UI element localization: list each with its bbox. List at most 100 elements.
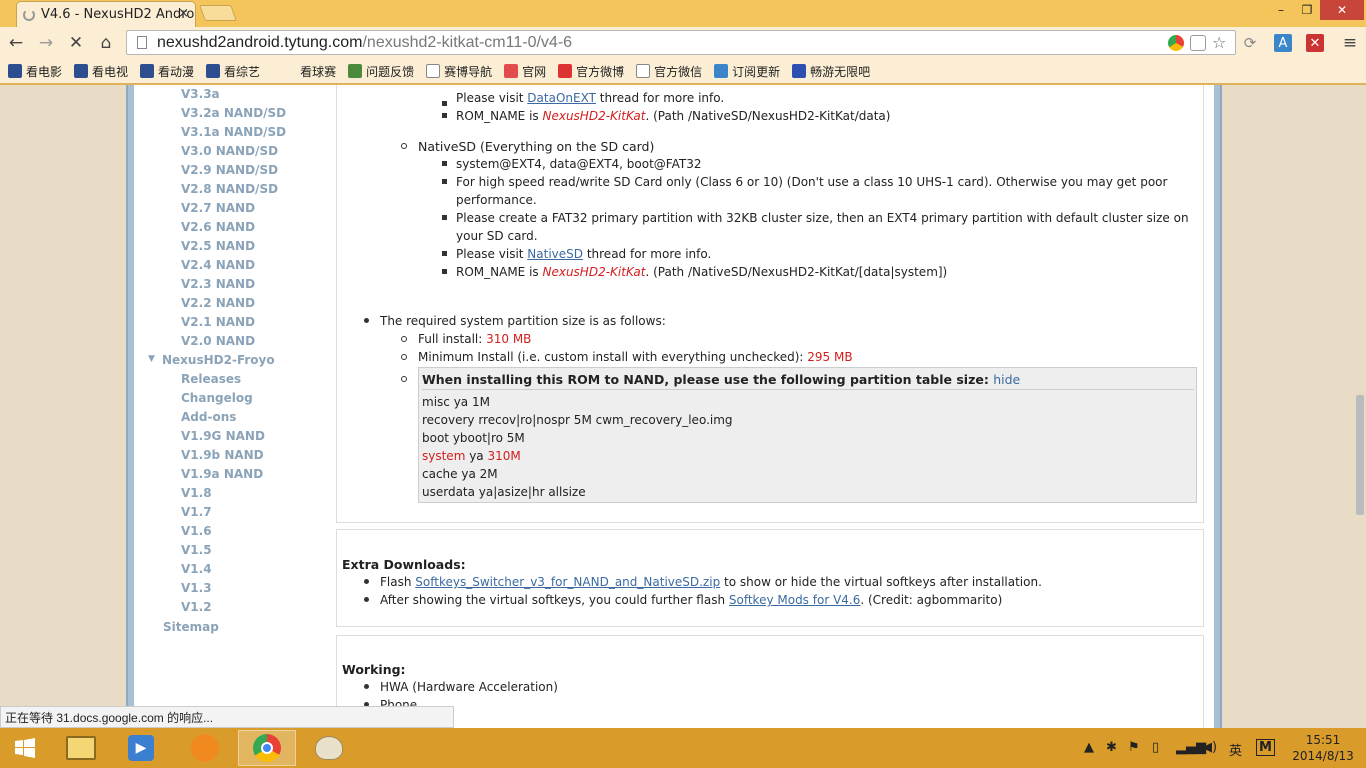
taskbar-app-chrome[interactable] [238, 730, 296, 766]
bookmark-label: 官网 [522, 64, 547, 79]
address-bar[interactable]: nexushd2android.tytung.com/nexushd2-kitk… [126, 30, 1236, 55]
list-bullet [442, 215, 447, 220]
translate-extension-icon[interactable]: A [1274, 34, 1292, 52]
text: thread for more info. [583, 247, 712, 261]
sidebar-item[interactable]: V3.2a NAND/SD [181, 106, 286, 120]
extra-download-item: Flash Softkeys_Switcher_v3_for_NAND_and_… [380, 575, 1042, 589]
sidebar-item[interactable]: V3.3a [181, 87, 220, 101]
back-button[interactable]: ← [4, 31, 28, 55]
start-button[interactable] [0, 730, 50, 766]
text: . (Path /NativeSD/NexusHD2-KitKat/[data|… [645, 265, 948, 279]
extension-sync-icon[interactable]: ⟳ [1238, 31, 1262, 55]
partition-intro: The required system partition size is as… [380, 314, 666, 328]
ime-mode[interactable]: M [1256, 739, 1275, 756]
sidebar-item[interactable]: V1.7 [181, 505, 212, 519]
taskbar-app-media-player[interactable]: ▶ [112, 730, 170, 766]
bookmark-item[interactable]: 看球赛 [282, 63, 336, 80]
bookmark-label: 看电影 [26, 64, 63, 79]
page-icon [137, 36, 147, 49]
dataonext-line: Please visit DataOnEXT thread for more i… [456, 91, 724, 105]
taskbar-app-file-explorer[interactable] [52, 730, 110, 766]
sidebar-item[interactable]: Sitemap [163, 620, 219, 634]
sidebar-item[interactable]: V1.6 [181, 524, 212, 538]
stop-button[interactable]: ✕ [64, 31, 88, 55]
sidebar-item[interactable]: V2.7 NAND [181, 201, 255, 215]
sidebar-item[interactable]: V2.9 NAND/SD [181, 163, 278, 177]
softkeys-switcher-link[interactable]: Softkeys_Switcher_v3_for_NAND_and_Native… [415, 575, 720, 589]
bookmark-item[interactable]: 看动漫 [140, 63, 194, 80]
network-icon[interactable]: ▯ [1152, 740, 1159, 755]
chrome-store-icon[interactable] [1168, 35, 1184, 51]
sidebar-item[interactable]: V1.2 [181, 600, 212, 614]
bookmark-item[interactable]: 看综艺 [206, 63, 260, 80]
bookmark-item[interactable]: 畅游无限吧 [792, 63, 870, 80]
sidebar-item[interactable]: V3.0 NAND/SD [181, 144, 278, 158]
divider [422, 389, 1194, 390]
windows-taskbar: ▶ ▲ ✱ ⚑ ▯ ▂▄▆ ◀) 英 M 15:51 2014/8/13 [0, 728, 1366, 768]
collapse-triangle-icon[interactable]: ▼ [148, 354, 155, 364]
translate-page-icon[interactable] [1190, 35, 1206, 51]
bookmark-item[interactable]: 看电视 [74, 63, 128, 80]
sidebar-item[interactable]: V1.9a NAND [181, 467, 263, 481]
system-clock[interactable]: 15:51 2014/8/13 [1290, 732, 1356, 764]
sidebar-item[interactable]: Add-ons [181, 410, 236, 424]
close-window-button[interactable]: ✕ [1320, 0, 1364, 20]
sidebar-item[interactable]: V2.0 NAND [181, 334, 255, 348]
tab-active[interactable]: V4.6 - NexusHD2 Andro × [16, 1, 196, 27]
nativesd-link[interactable]: NativeSD [527, 247, 583, 261]
sidebar-item[interactable]: V2.2 NAND [181, 296, 255, 310]
sidebar-item[interactable]: V2.4 NAND [181, 258, 255, 272]
tray-overflow-icon[interactable]: ▲ [1084, 740, 1094, 755]
sidebar-item[interactable]: V2.8 NAND/SD [181, 182, 278, 196]
tab-close-icon[interactable]: × [178, 6, 189, 21]
ime-language[interactable]: 英 [1229, 740, 1242, 759]
maximize-button[interactable]: ❐ [1294, 0, 1320, 20]
sidebar-item[interactable]: V1.4 [181, 562, 212, 576]
sidebar-item[interactable]: V1.9G NAND [181, 429, 265, 443]
bluetooth-icon[interactable]: ✱ [1106, 740, 1117, 755]
sidebar-item[interactable]: V1.5 [181, 543, 212, 557]
sidebar-item[interactable]: V2.6 NAND [181, 220, 255, 234]
sidebar-item[interactable]: V2.3 NAND [181, 277, 255, 291]
bookmark-item[interactable]: 官网 [504, 63, 546, 80]
chrome-menu-button[interactable]: ≡ [1338, 31, 1362, 55]
scrollbar-thumb[interactable] [1356, 395, 1364, 515]
text: Flash [380, 575, 416, 589]
taskbar-app-uc-browser[interactable] [176, 730, 234, 766]
minimize-button[interactable]: – [1268, 0, 1294, 20]
adblock-extension-icon[interactable]: ✕ [1306, 34, 1324, 52]
sidebar-item[interactable]: V1.3 [181, 581, 212, 595]
sidebar-item[interactable]: V3.1a NAND/SD [181, 125, 286, 139]
bookmark-item[interactable]: 订阅更新 [714, 63, 780, 80]
bookmark-item[interactable]: 官方微信 [636, 63, 702, 80]
extra-download-item: After showing the virtual softkeys, you … [380, 593, 1002, 607]
bookmark-item[interactable]: 官方微博 [558, 63, 624, 80]
sidebar-item[interactable]: V2.1 NAND [181, 315, 255, 329]
bookmark-star-icon[interactable]: ☆ [1212, 35, 1228, 51]
list-bullet [442, 179, 447, 184]
dataonext-link[interactable]: DataOnEXT [527, 91, 596, 105]
page-frame-left [126, 85, 134, 728]
hide-toggle-link[interactable]: hide [993, 372, 1020, 387]
bookmark-label: 看电视 [92, 64, 129, 79]
sidebar-item[interactable]: Changelog [181, 391, 253, 405]
text: 310M [487, 449, 521, 463]
sidebar-item[interactable]: V1.9b NAND [181, 448, 264, 462]
volume-icon[interactable]: ◀) [1202, 740, 1217, 755]
sidebar-item[interactable]: V2.5 NAND [181, 239, 255, 253]
softkey-mods-link[interactable]: Softkey Mods for V4.6 [729, 593, 860, 607]
sidebar-item[interactable]: V1.8 [181, 486, 212, 500]
taskbar-app-paint[interactable] [300, 730, 358, 766]
page-scrollbar[interactable] [1354, 85, 1366, 728]
action-center-flag-icon[interactable]: ⚑ [1128, 740, 1140, 755]
bookmark-item[interactable]: 问题反馈 [348, 63, 414, 80]
list-bullet [364, 684, 369, 689]
sidebar-item[interactable]: NexusHD2-Froyo [162, 353, 275, 367]
home-button[interactable]: ⌂ [94, 31, 118, 55]
sidebar-item[interactable]: Releases [181, 372, 241, 386]
new-tab-button[interactable] [199, 5, 237, 21]
bookmark-item[interactable]: 看电影 [8, 63, 62, 80]
working-heading: Working: [342, 662, 406, 677]
forward-button[interactable]: → [34, 31, 58, 55]
bookmark-item[interactable]: 赛博导航 [426, 63, 492, 80]
